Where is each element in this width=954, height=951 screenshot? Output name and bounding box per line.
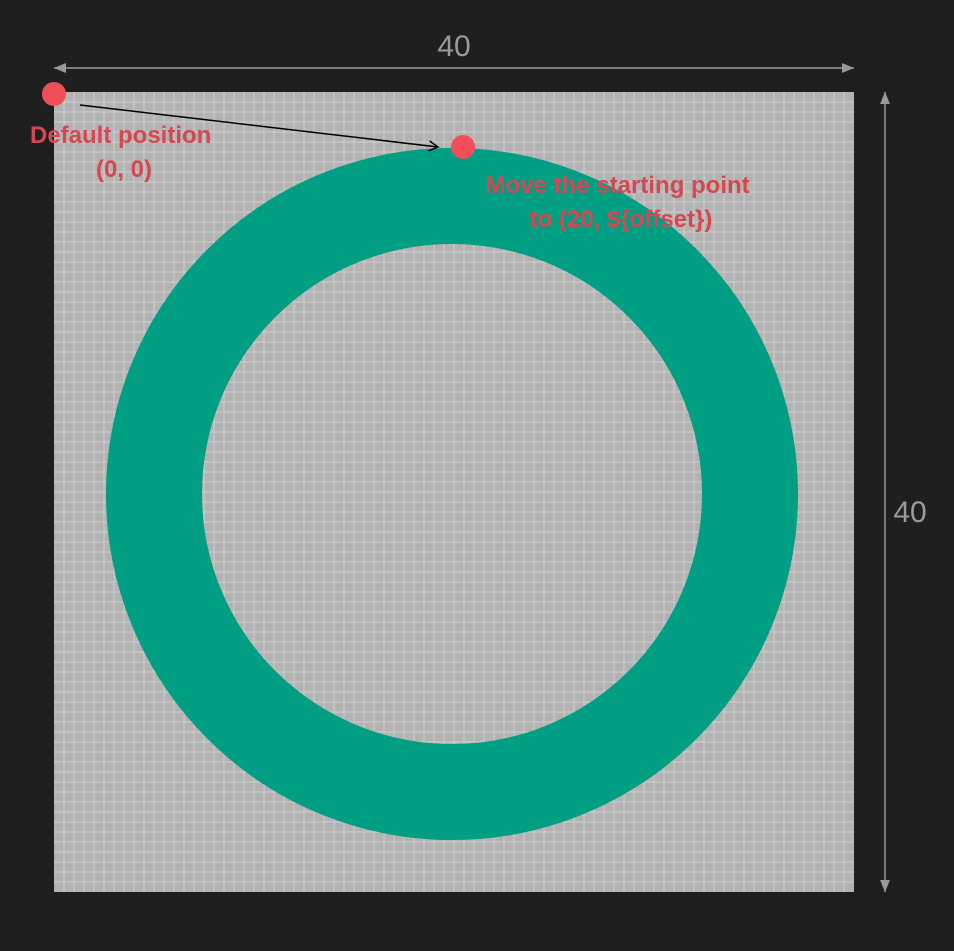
new-position-label-line2: to (20, ${offset}) bbox=[530, 206, 713, 233]
new-position-label-line1: Move the starting point bbox=[486, 172, 750, 199]
height-dimension-arrow-top bbox=[880, 92, 890, 104]
path-offset-diagram: 40 40 Default position (0, 0) Move the s… bbox=[30, 30, 927, 892]
default-position-label-line2: (0, 0) bbox=[96, 156, 152, 183]
new-start-point-marker bbox=[451, 135, 475, 159]
diagram-stage: 40 40 Default position (0, 0) Move the s… bbox=[0, 0, 954, 946]
width-dimension-label: 40 bbox=[437, 30, 470, 63]
width-dimension: 40 bbox=[54, 30, 854, 73]
default-position-label-line1: Default position bbox=[30, 122, 211, 149]
width-dimension-arrow-left bbox=[54, 63, 66, 73]
width-dimension-arrow-right bbox=[842, 63, 854, 73]
height-dimension-label: 40 bbox=[893, 496, 926, 529]
height-dimension: 40 bbox=[880, 92, 927, 892]
height-dimension-arrow-bottom bbox=[880, 880, 890, 892]
default-position-marker bbox=[42, 82, 66, 106]
